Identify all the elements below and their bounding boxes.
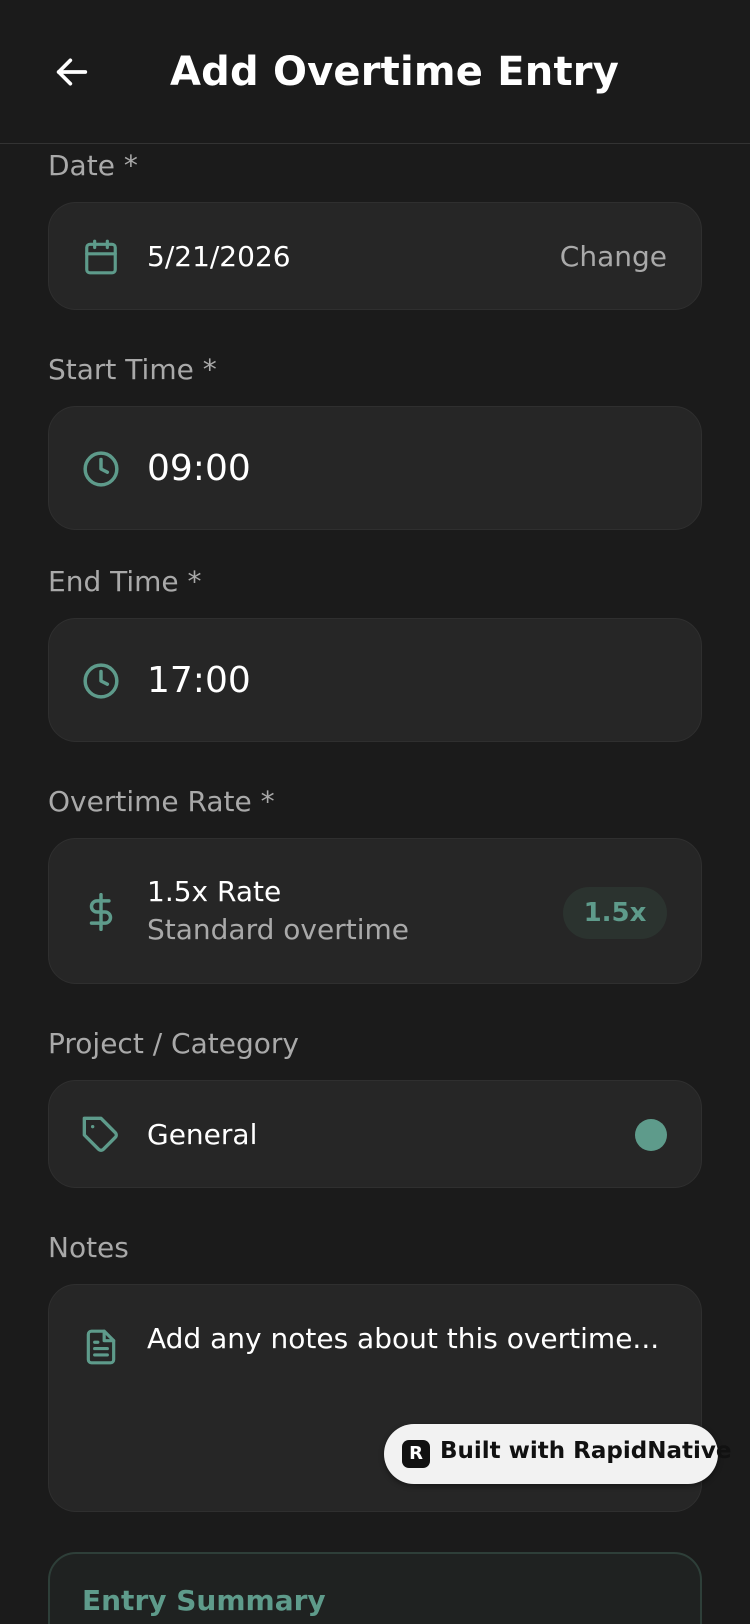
change-date-button[interactable]: Change (560, 237, 667, 277)
clock-icon (81, 661, 121, 701)
date-label: Date * (48, 149, 138, 182)
project-value: General (147, 1118, 258, 1151)
end-time-field[interactable]: 17:00 (48, 618, 702, 742)
start-time-field[interactable]: 09:00 (48, 406, 702, 530)
app-header: Add Overtime Entry (0, 0, 750, 144)
end-time-label: End Time * (48, 565, 202, 598)
overtime-rate-label: Overtime Rate * (48, 785, 275, 818)
page-title: Add Overtime Entry (170, 49, 619, 95)
clock-icon (81, 449, 121, 489)
date-field[interactable]: 5/21/2026 Change (48, 202, 702, 310)
rate-title: 1.5x Rate (147, 875, 282, 908)
entry-summary-card: Entry Summary (48, 1552, 702, 1624)
entry-summary-title: Entry Summary (82, 1584, 326, 1617)
start-time-value: 09:00 (147, 448, 251, 489)
overtime-rate-selector[interactable]: 1.5x Rate Standard overtime 1.5x (48, 838, 702, 984)
project-color-dot (635, 1119, 667, 1151)
add-overtime-screen: Add Overtime Entry Date * 5/21/2026 Chan… (0, 0, 750, 1624)
rapidnative-logo-icon: R (402, 1440, 430, 1468)
tag-icon (81, 1115, 121, 1155)
notes-placeholder: Add any notes about this overtime... (147, 1322, 660, 1355)
project-selector[interactable]: General (48, 1080, 702, 1188)
dollar-icon (81, 892, 121, 932)
calendar-icon (81, 237, 121, 277)
end-time-value: 17:00 (147, 660, 251, 701)
file-text-icon (81, 1327, 121, 1367)
built-with-badge[interactable]: R Built with RapidNative (384, 1424, 731, 1484)
notes-label: Notes (48, 1231, 129, 1264)
arrow-left-icon (56, 58, 88, 86)
back-button[interactable] (48, 48, 96, 96)
project-label: Project / Category (48, 1027, 299, 1060)
start-time-label: Start Time * (48, 353, 217, 386)
rate-subtitle: Standard overtime (147, 913, 409, 946)
built-with-label: Built with RapidNative (440, 1438, 732, 1464)
rate-badge: 1.5x (563, 887, 667, 939)
date-value: 5/21/2026 (147, 240, 291, 273)
